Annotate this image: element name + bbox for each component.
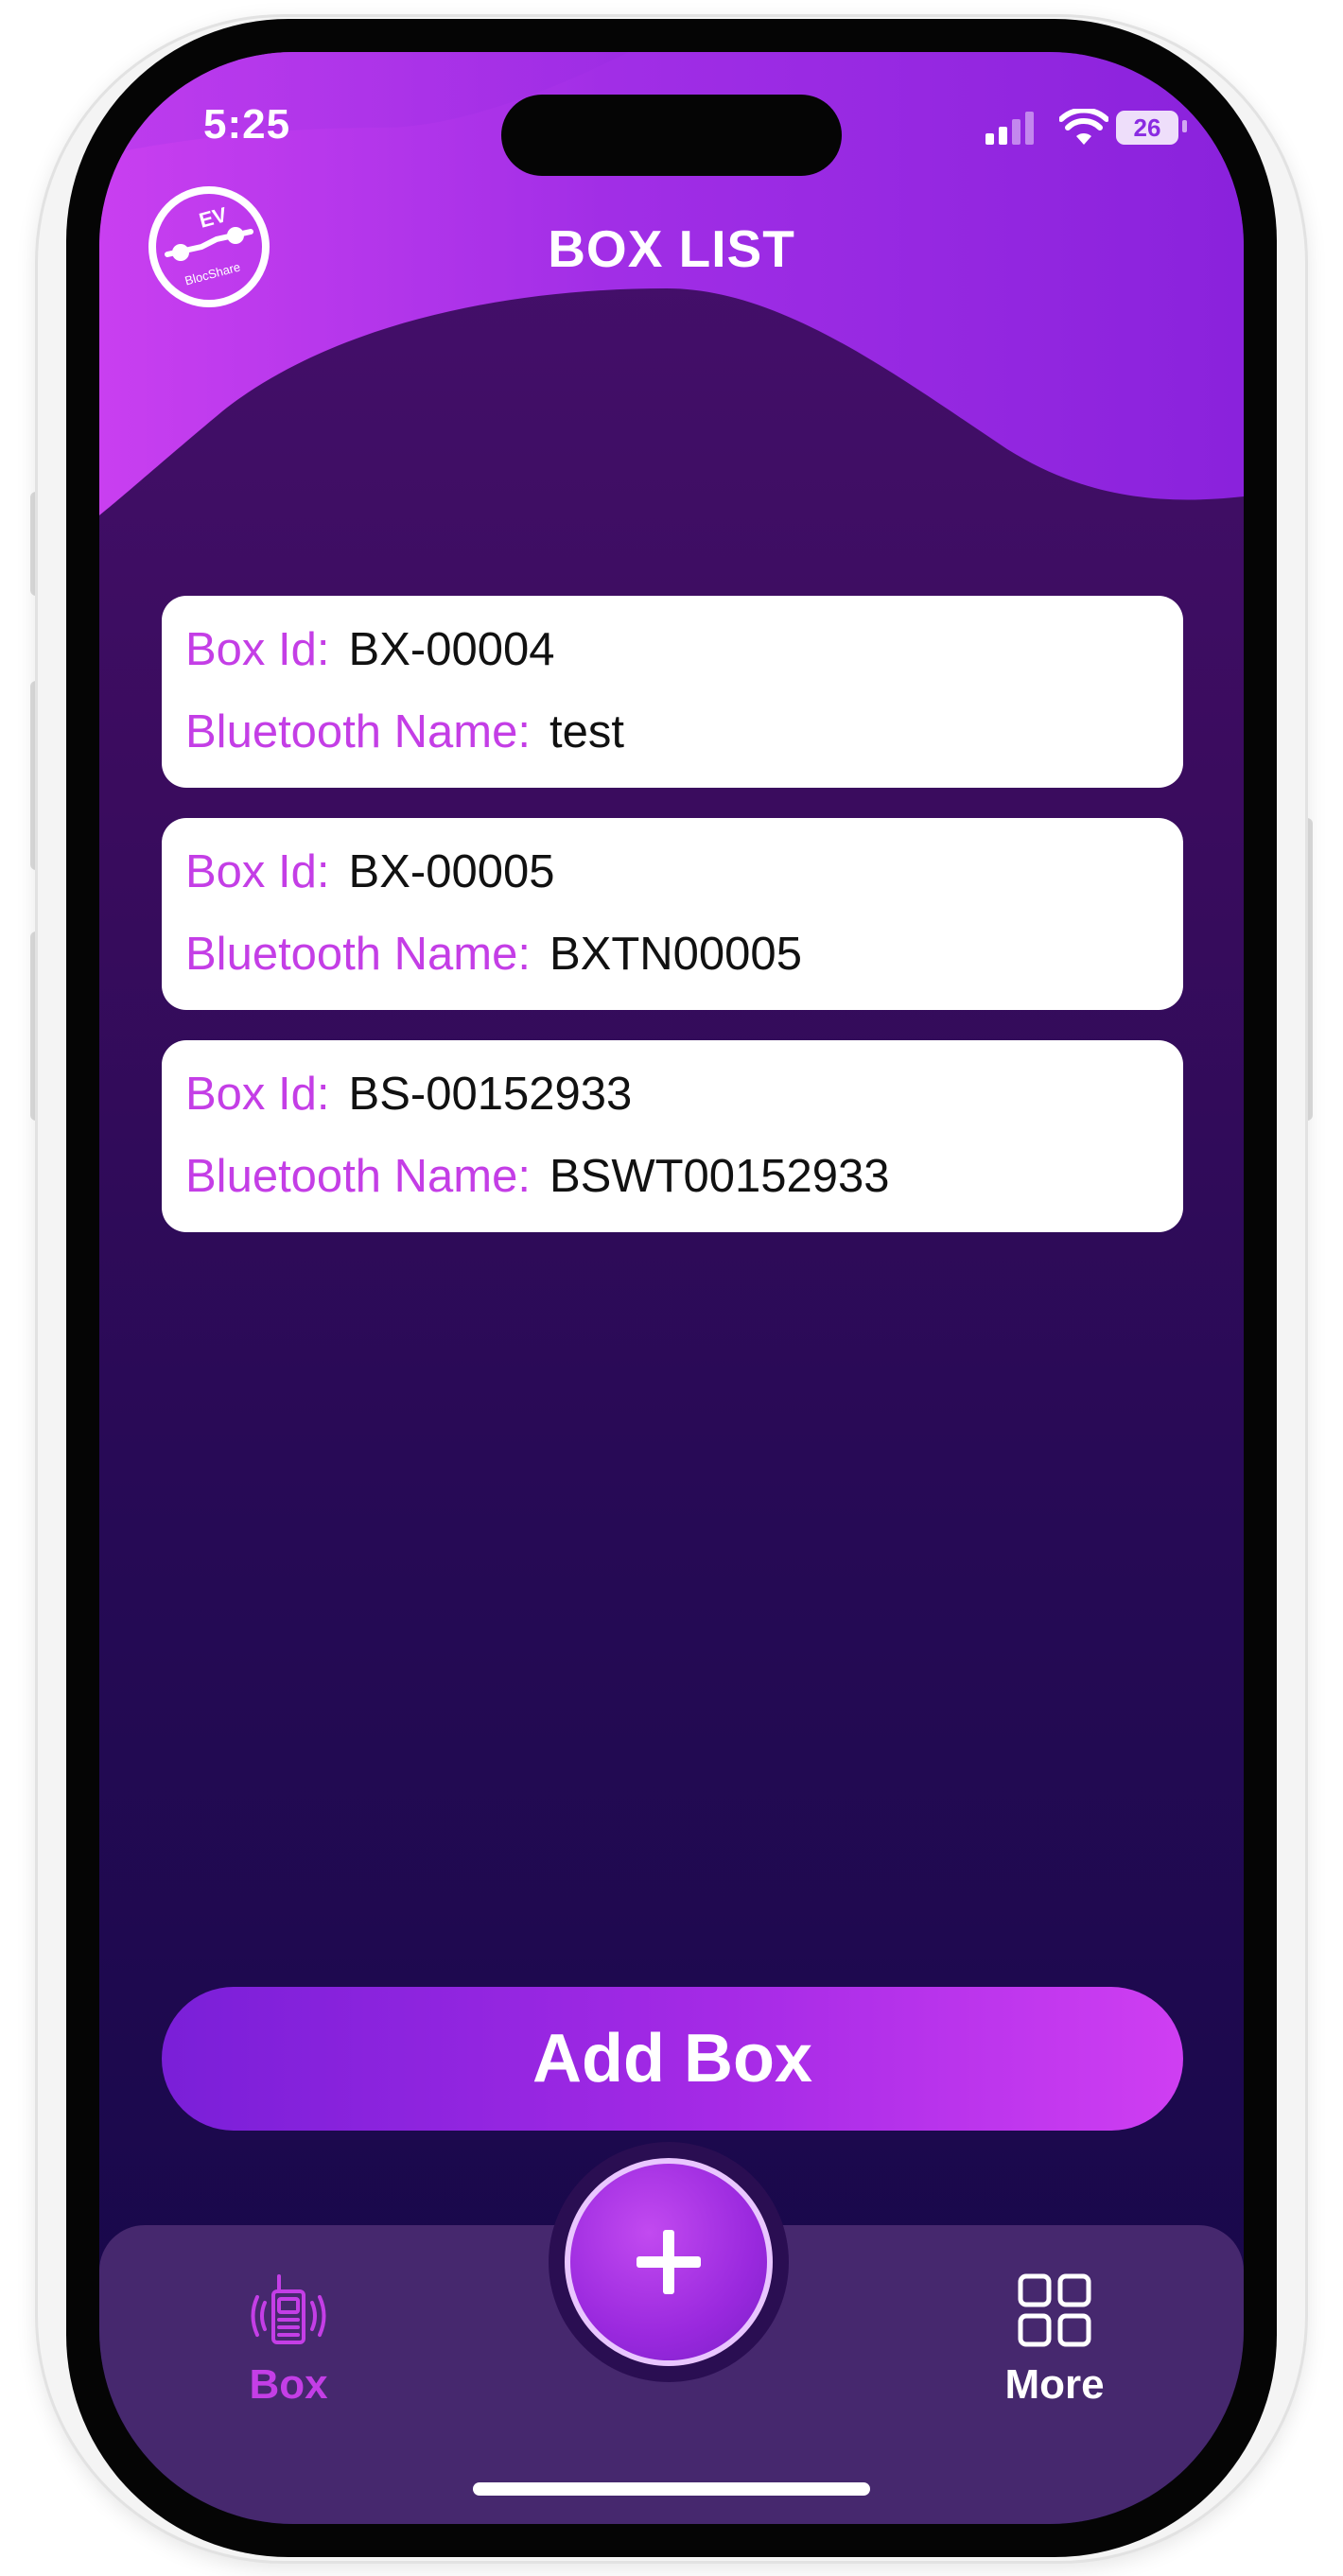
box-id-label: Box Id: [185,624,330,675]
box-card[interactable]: Box Id: BX-00005 Bluetooth Name: BXTN000… [162,818,1183,1010]
box-id-value: BX-00005 [348,846,555,897]
bluetooth-name-value: BSWT00152933 [549,1151,890,1202]
bluetooth-name-row: Bluetooth Name: BXTN00005 [185,925,1183,983]
app-logo: EV BlocShare [147,184,271,309]
bluetooth-name-value: test [549,706,624,757]
logo-text-ev: EV [197,202,230,233]
add-center-button[interactable] [565,2158,773,2366]
box-id-row: Box Id: BX-00005 [185,843,1183,901]
box-id-row: Box Id: BX-00004 [185,620,1183,679]
box-id-value: BX-00004 [348,624,555,675]
home-indicator[interactable] [473,2482,870,2496]
add-box-button[interactable]: Add Box [162,1987,1183,2131]
box-list: Box Id: BX-00004 Bluetooth Name: test Bo… [162,596,1183,1262]
box-id-row: Box Id: BS-00152933 [185,1065,1183,1123]
logo-text-brand: BlocShare [183,259,242,287]
status-time: 5:25 [203,101,291,148]
wifi-icon [1059,109,1108,145]
tab-more[interactable]: More [960,2272,1149,2424]
box-device-icon [251,2274,326,2344]
box-id-value: BS-00152933 [348,1069,633,1120]
bluetooth-name-label: Bluetooth Name: [185,1151,531,1202]
tab-box-label: Box [249,2361,328,2408]
box-id-label: Box Id: [185,1069,330,1120]
battery-icon: 26 [1116,111,1178,145]
logo-graphic: EV BlocShare [148,186,270,307]
dynamic-island [501,95,842,176]
bluetooth-name-row: Bluetooth Name: test [185,703,1183,761]
cellular-signal-icon [985,112,1034,145]
box-id-label: Box Id: [185,846,330,897]
tab-box[interactable]: Box [194,2272,383,2424]
bluetooth-name-label: Bluetooth Name: [185,929,531,980]
box-card[interactable]: Box Id: BS-00152933 Bluetooth Name: BSWT… [162,1040,1183,1232]
battery-tip [1182,120,1187,132]
bluetooth-name-label: Bluetooth Name: [185,706,531,757]
tab-more-label: More [1004,2361,1105,2408]
grid-icon [1018,2273,1091,2347]
app-screen: 5:25 26 EV BlocShare BOX LIST Box Id: BX… [99,52,1244,2524]
bluetooth-name-row: Bluetooth Name: BSWT00152933 [185,1147,1183,1206]
box-card[interactable]: Box Id: BX-00004 Bluetooth Name: test [162,596,1183,788]
page-title: BOX LIST [548,219,795,278]
plus-icon [637,2230,701,2294]
bluetooth-name-value: BXTN00005 [549,929,802,980]
